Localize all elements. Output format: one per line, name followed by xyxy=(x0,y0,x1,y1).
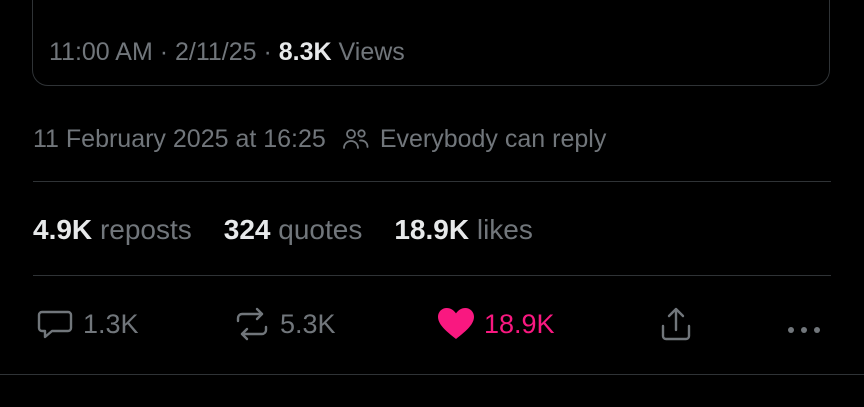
reply-setting: Everybody can reply xyxy=(342,124,607,154)
post-timestamp[interactable]: 11 February 2025 at 16:25 xyxy=(33,125,326,154)
more-icon xyxy=(784,306,824,342)
quotes-stat[interactable]: 324 quotes xyxy=(224,214,363,246)
share-icon xyxy=(658,306,694,342)
like-button[interactable]: 18.9K xyxy=(436,300,555,348)
quoted-post-views-label: Views xyxy=(338,38,405,66)
divider xyxy=(33,181,831,182)
quoted-post-date: 2/11/25 xyxy=(175,38,257,66)
reposts-count: 4.9K xyxy=(33,214,93,245)
reply-setting-label: Everybody can reply xyxy=(379,124,607,153)
quotes-count: 324 xyxy=(223,214,271,245)
likes-label: likes xyxy=(476,214,533,245)
reposts-label: reposts xyxy=(99,214,192,245)
post-timestamp-row: 11 February 2025 at 16:25 Everybody can … xyxy=(33,122,606,156)
like-count: 18.9K xyxy=(484,308,555,339)
divider xyxy=(0,374,864,375)
repost-icon xyxy=(232,306,272,342)
quoted-post-card[interactable]: 11:00 AM · 2/11/25 · 8.3K Views xyxy=(32,0,830,86)
repost-count: 5.3K xyxy=(280,308,336,339)
likes-count: 18.9K xyxy=(394,214,470,245)
quoted-post-meta: 11:00 AM · 2/11/25 · 8.3K Views xyxy=(49,38,405,67)
repost-button[interactable]: 5.3K xyxy=(232,300,336,348)
reposts-stat[interactable]: 4.9K reposts xyxy=(33,214,192,246)
reply-icon xyxy=(35,306,75,342)
people-icon xyxy=(342,127,370,151)
share-button[interactable] xyxy=(658,300,694,348)
heart-icon xyxy=(436,306,476,342)
quoted-post-time: 11:00 AM xyxy=(49,38,153,66)
action-bar: 1.3K 5.3K 18.9K xyxy=(0,300,864,348)
reply-button[interactable]: 1.3K xyxy=(35,300,139,348)
quotes-label: quotes xyxy=(278,214,363,245)
reply-count: 1.3K xyxy=(83,308,139,339)
more-button[interactable] xyxy=(784,300,824,348)
meta-separator: · xyxy=(256,38,279,66)
divider xyxy=(33,275,831,276)
engagement-stats: 4.9K reposts 324 quotes 18.9K likes xyxy=(33,211,533,249)
meta-separator: · xyxy=(152,38,175,66)
quoted-post-views-count: 8.3K xyxy=(278,38,332,66)
likes-stat[interactable]: 18.9K likes xyxy=(394,214,533,246)
